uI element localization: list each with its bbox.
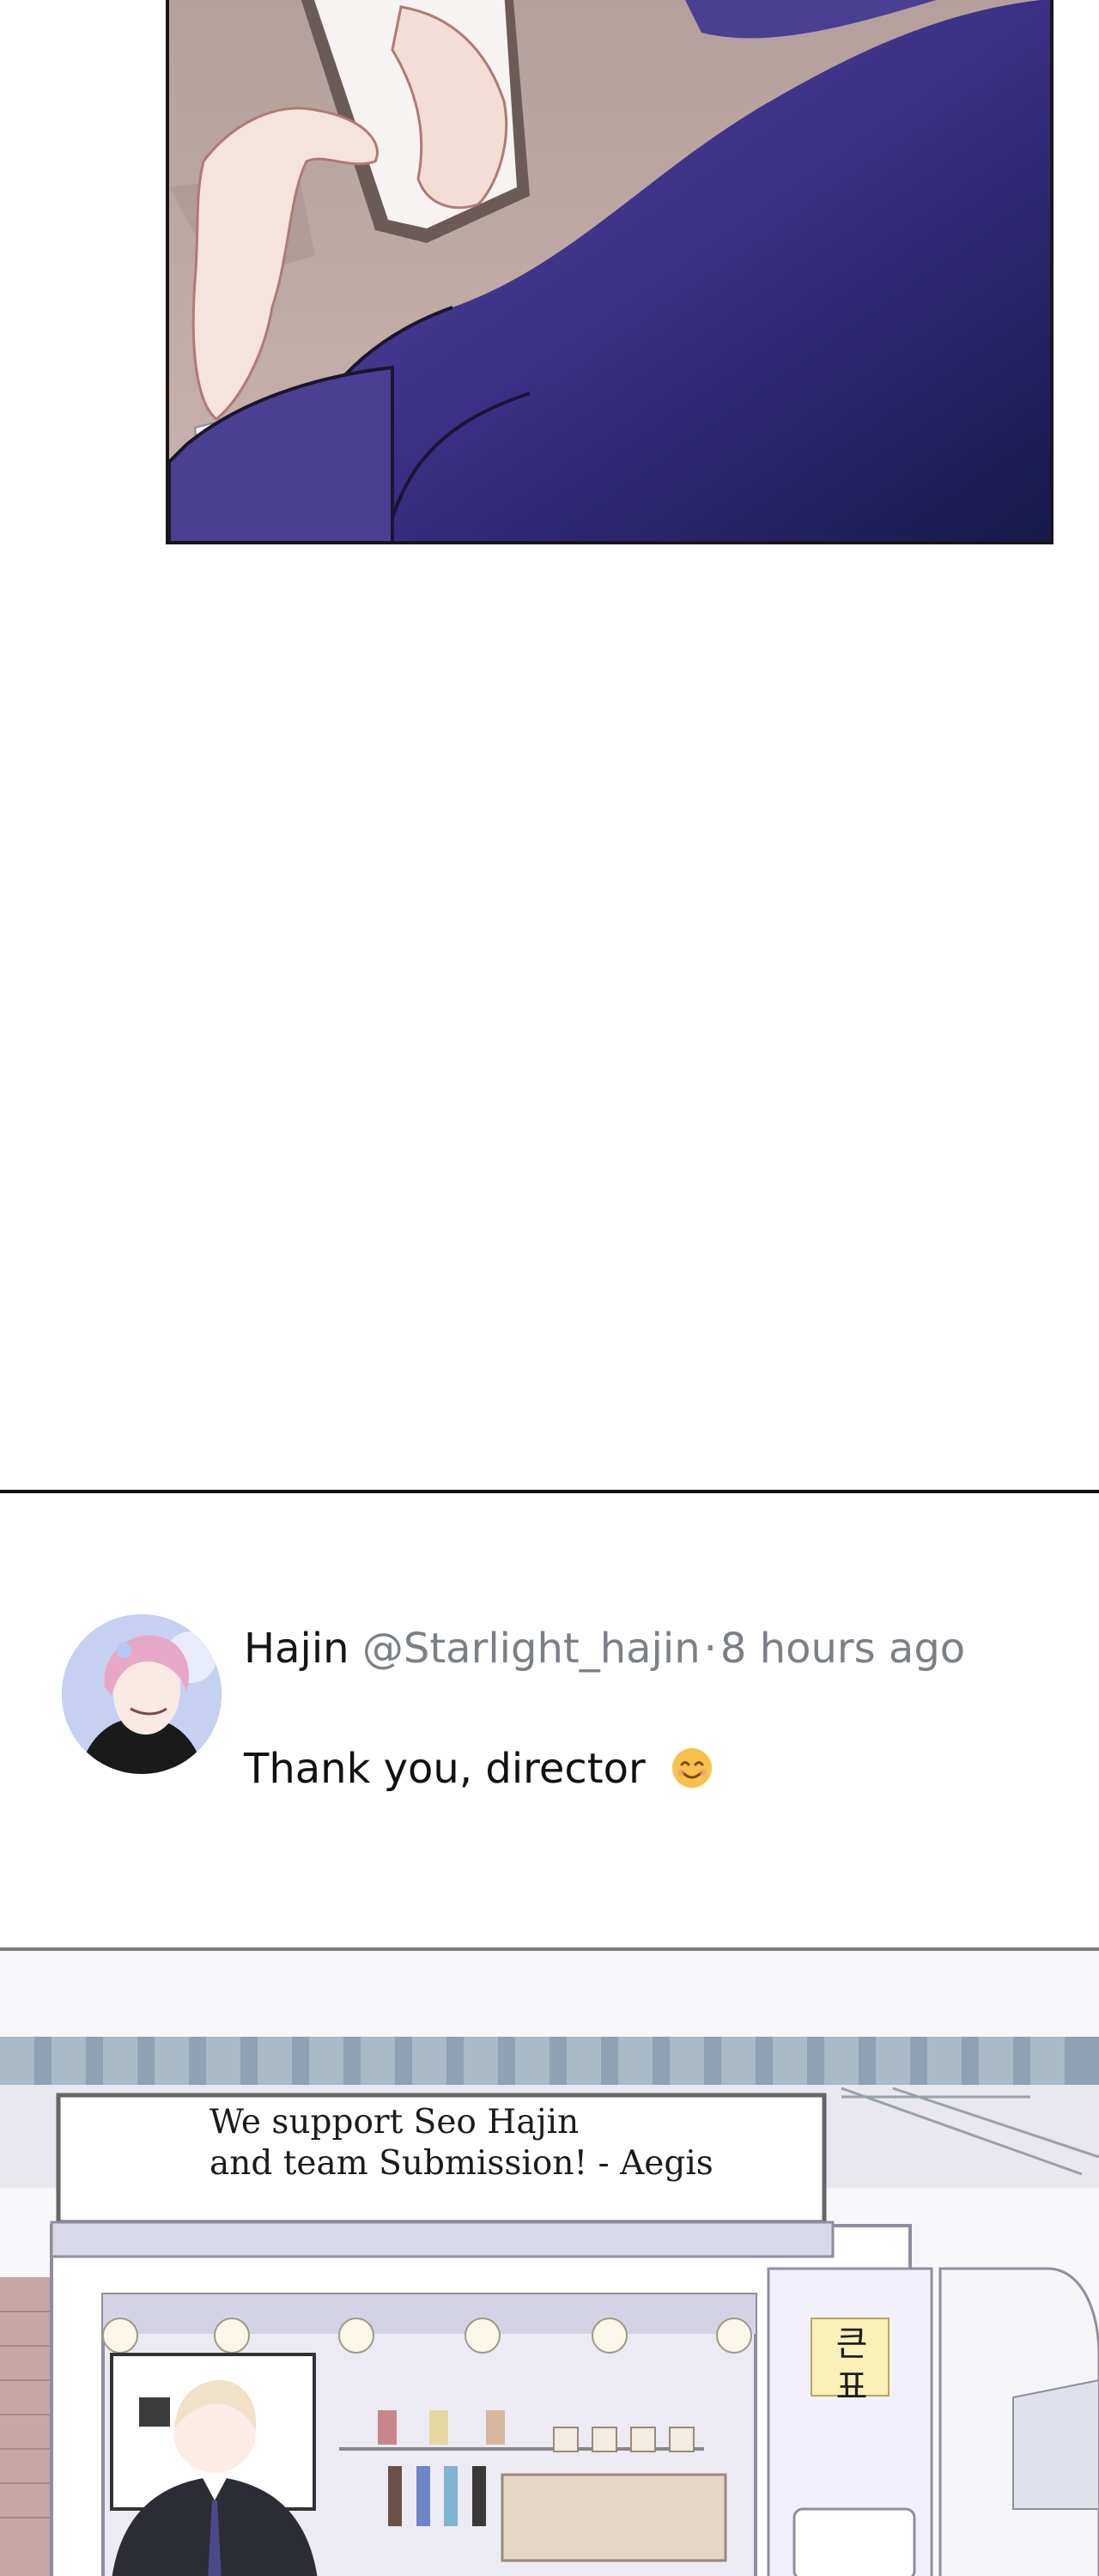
banner-line-2: and team Submission! - Aegis [209, 2144, 713, 2183]
section-divider [0, 1490, 1099, 1493]
truck-logo-sign: 큰표 [835, 2324, 868, 2407]
top-comic-panel [166, 0, 1053, 544]
truck-banner: We support Seo Hajin and team Submission… [209, 2102, 713, 2184]
post-text: Thank you, director [244, 1745, 646, 1793]
post-header: Hajin @Starlight_hajin·8 hours ago [244, 1618, 965, 1680]
avatar-illustration [62, 1614, 222, 1774]
coffee-truck-illustration [0, 1951, 1099, 2576]
smiling-face-icon [671, 1745, 713, 1788]
post-timestamp: 8 hours ago [720, 1625, 966, 1673]
post-body: Thank you, director [244, 1738, 713, 1800]
post-separator: · [703, 1625, 717, 1673]
bottom-comic-panel [0, 1947, 1099, 2576]
phone-hand-illustration [169, 0, 1050, 541]
post-author-handle[interactable]: @Starlight_hajin [362, 1625, 701, 1673]
post-author-name[interactable]: Hajin [244, 1625, 349, 1673]
banner-line-1: We support Seo Hajin [209, 2103, 580, 2142]
avatar[interactable] [62, 1614, 222, 1774]
